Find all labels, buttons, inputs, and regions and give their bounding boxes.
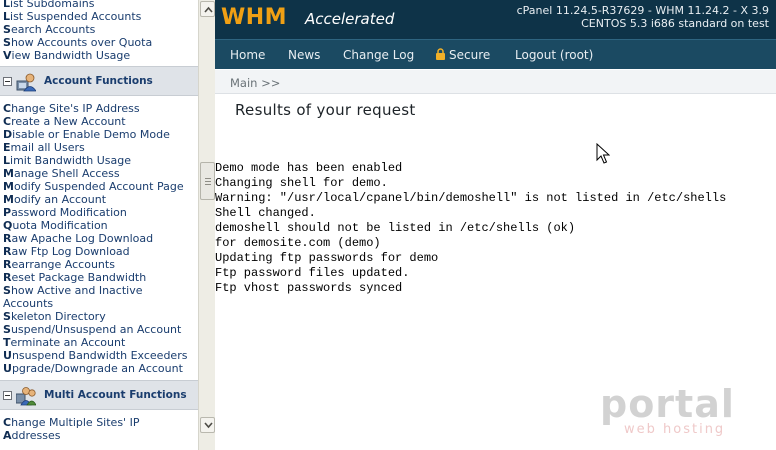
watermark-logo: portal web hosting [600, 384, 750, 440]
sidebar-link-list-suspended-accounts[interactable]: List Suspended Accounts [3, 10, 141, 23]
sidebar-link-terminate-account[interactable]: Terminate an Account [3, 336, 125, 349]
output-line: demoshell should not be listed in /etc/s… [215, 221, 576, 235]
sidebar-link-unsuspend-bandwidth[interactable]: Unsuspend Bandwidth Exceeders [3, 349, 187, 362]
logo-whm: WHM [221, 5, 288, 30]
sidebar-link-suspend-unsuspend[interactable]: Suspend/Unsuspend an Account [3, 323, 181, 336]
output-line: Ftp password files updated. [215, 266, 410, 280]
output-line: Warning: "/usr/local/cpanel/bin/demoshel… [215, 191, 727, 205]
breadcrumb-main[interactable]: Main >> [230, 76, 280, 90]
nav-news[interactable]: News [288, 48, 320, 62]
sidebar-scrollbar[interactable] [198, 0, 215, 450]
section-title: Account Functions [44, 75, 153, 87]
nav-secure[interactable]: Secure [435, 48, 490, 62]
section-header-account-functions[interactable]: Account Functions [0, 66, 198, 96]
breadcrumb: Main >> [215, 70, 776, 94]
multi-account-functions-icon [16, 387, 36, 406]
chevron-up-icon [204, 6, 213, 13]
output-line: Ftp vhost passwords synced [215, 281, 403, 295]
top-nav: Home News Change Log Secure Logout (root… [215, 39, 776, 69]
sidebar-link-addresses[interactable]: Addresses [3, 429, 61, 442]
header-banner: WHM Accelerated cPanel 11.24.5-R37629 - … [215, 0, 776, 39]
output-line: Shell changed. [215, 206, 316, 220]
nav-change-log[interactable]: Change Log [343, 48, 414, 62]
output-line: Updating ftp passwords for demo [215, 251, 439, 265]
watermark-brand: portal [600, 382, 735, 426]
sidebar-link-show-accounts-over-quota[interactable]: Show Accounts over Quota [3, 36, 152, 49]
sidebar-link-list-subdomains[interactable]: List Subdomains [3, 0, 94, 10]
scroll-down-button[interactable] [200, 417, 215, 433]
sidebar-link-change-multiple-ips[interactable]: Change Multiple Sites' IP [3, 416, 139, 429]
sidebar-link-rearrange-accounts[interactable]: Rearrange Accounts [3, 258, 115, 271]
sidebar-link-reset-package-bandwidth[interactable]: Reset Package Bandwidth [3, 271, 146, 284]
sidebar-link-create-account[interactable]: Create a New Account [3, 115, 126, 128]
sidebar-link-email-all-users[interactable]: Email all Users [3, 141, 85, 154]
output-line: for demosite.com (demo) [215, 236, 381, 250]
sidebar: List Subdomains List Suspended Accounts … [0, 0, 198, 450]
sidebar-link-raw-ftp-log[interactable]: Raw Ftp Log Download [3, 245, 130, 258]
sidebar-link-manage-shell-access[interactable]: Manage Shell Access [3, 167, 120, 180]
sidebar-link-modify-suspended-page[interactable]: Modify Suspended Account Page [3, 180, 184, 193]
sidebar-link-skeleton-directory[interactable]: Skeleton Directory [3, 310, 106, 323]
collapse-toggle-icon[interactable] [3, 391, 12, 400]
sidebar-link-search-accounts[interactable]: Search Accounts [3, 23, 95, 36]
section-header-multi-account-functions[interactable]: Multi Account Functions [0, 380, 198, 410]
sidebar-link-upgrade-downgrade[interactable]: Upgrade/Downgrade an Account [3, 362, 183, 375]
os-info: CENTOS 5.3 i686 standard on test [581, 17, 769, 30]
lock-icon [436, 48, 445, 60]
scroll-thumb[interactable] [200, 162, 215, 200]
watermark-subtitle: web hosting [624, 422, 726, 437]
account-functions-icon [16, 73, 36, 92]
collapse-toggle-icon[interactable] [3, 77, 12, 86]
sidebar-link-demo-mode[interactable]: Disable or Enable Demo Mode [3, 128, 170, 141]
page-title: Results of your request [235, 101, 416, 119]
mouse-cursor-icon [596, 143, 610, 164]
sidebar-link-limit-bandwidth[interactable]: Limit Bandwidth Usage [3, 154, 131, 167]
chevron-down-icon [204, 422, 213, 429]
section-title: Multi Account Functions [44, 389, 187, 401]
sidebar-link-show-active-inactive[interactable]: Show Active and Inactive Accounts [3, 284, 196, 310]
sidebar-link-quota-modification[interactable]: Quota Modification [3, 219, 108, 232]
nav-logout[interactable]: Logout (root) [515, 48, 593, 62]
scroll-up-button[interactable] [200, 1, 215, 17]
output-line: Demo mode has been enabled [215, 161, 403, 175]
result-output: Demo mode has been enabled Changing shel… [215, 161, 726, 296]
sidebar-link-change-site-ip[interactable]: Change Site's IP Address [3, 102, 140, 115]
logo-accelerated: Accelerated [305, 10, 395, 28]
nav-home[interactable]: Home [230, 48, 265, 62]
sidebar-link-raw-apache-log[interactable]: Raw Apache Log Download [3, 232, 153, 245]
sidebar-link-view-bandwidth-usage[interactable]: View Bandwidth Usage [3, 49, 130, 62]
sidebar-link-modify-account[interactable]: Modify an Account [3, 193, 106, 206]
sidebar-link-password-modification[interactable]: Password Modification [3, 206, 127, 219]
version-info: cPanel 11.24.5-R37629 - WHM 11.24.2 - X … [516, 4, 769, 17]
output-line: Changing shell for demo. [215, 176, 388, 190]
